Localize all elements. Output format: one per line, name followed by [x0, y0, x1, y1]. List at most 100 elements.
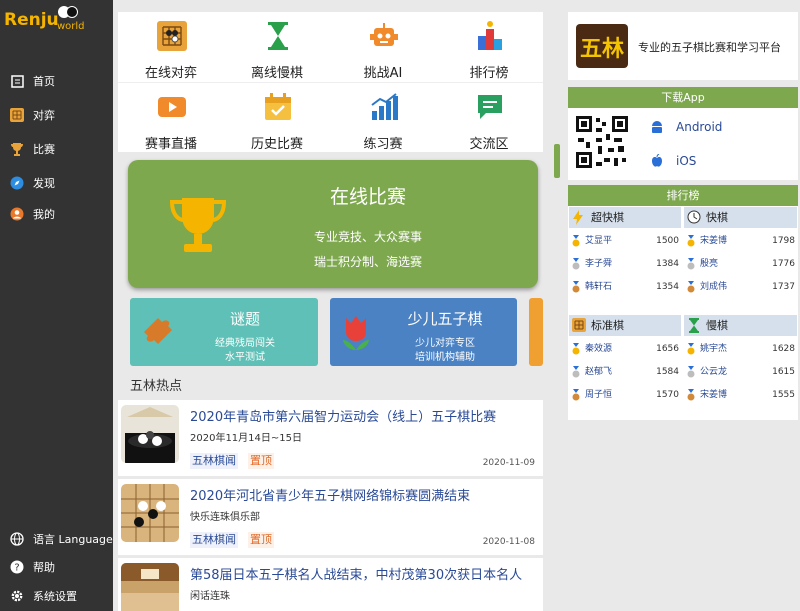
chat-icon — [478, 95, 502, 119]
kids-card-line2: 培训机构辅助 — [415, 352, 475, 363]
player-score: 1776 — [772, 259, 795, 269]
news-title: 2020年河北省青少年五子棋网络锦标赛圆满结束 — [190, 489, 471, 504]
news-item[interactable]: 2020年河北省青少年五子棋网络锦标赛圆满结束 快乐连珠俱乐部 五林棋闻 置顶 … — [118, 479, 543, 555]
grid-item-offline-slow[interactable]: 离线慢棋 — [224, 12, 330, 82]
grid-item-label: 离线慢棋 — [250, 66, 303, 81]
tulip-icon — [343, 316, 369, 350]
hourglass-icon — [689, 318, 699, 333]
grid-item-community[interactable]: 交流区 — [436, 83, 542, 153]
gold-medal-icon — [572, 235, 580, 247]
news-item[interactable]: 2020年青岛市第六届智力运动会（线上）五子棋比赛 2020年11月14日~15… — [118, 400, 543, 476]
grid-item-label: 在线对弈 — [144, 66, 197, 81]
news-date: 2020-11-09 — [482, 458, 535, 468]
lightning-icon — [573, 210, 583, 225]
grid-item-label: 交流区 — [469, 137, 509, 152]
sidebar-item-help[interactable]: ? 帮助 — [0, 554, 113, 580]
svg-text:?: ? — [14, 563, 19, 574]
news-thumbnail — [121, 484, 179, 542]
player-score: 1737 — [772, 282, 795, 292]
news-category-tag[interactable]: 五林棋闻 — [190, 532, 238, 548]
grid-item-practice[interactable]: 练习赛 — [330, 83, 436, 153]
rank-group-title: 快棋 — [706, 211, 728, 224]
sidebar: Renju world 首页 对弈 比赛 发现 我的 语言 Language ?… — [0, 0, 113, 611]
player-score: 1798 — [772, 236, 795, 246]
sidebar-item-match[interactable]: 比赛 — [0, 136, 113, 162]
player-name: 姚宇杰 — [700, 344, 728, 354]
gold-medal-icon — [572, 343, 580, 355]
app-logo[interactable]: Renju world — [3, 6, 98, 34]
qr-code-icon — [574, 114, 630, 170]
grid-item-label: 练习赛 — [363, 137, 403, 152]
kids-gomoku-card[interactable]: 少儿五子棋 少儿对弈专区 培训机构辅助 — [330, 298, 517, 366]
rank-group-header[interactable]: 快棋 — [684, 207, 797, 228]
puzzle-card[interactable]: 谜题 经典残局闯关 水平测试 — [130, 298, 318, 366]
download-box: Android iOS — [568, 108, 798, 180]
grid-item-challenge-ai[interactable]: 挑战AI — [330, 12, 436, 82]
logo-text: Renju — [4, 10, 59, 30]
grid-item-leaderboard[interactable]: 排行榜 — [436, 12, 542, 82]
kids-card-line1: 少儿对弈专区 — [415, 338, 475, 349]
sidebar-item-play[interactable]: 对弈 — [0, 102, 113, 128]
sidebar-item-label: 比赛 — [33, 143, 55, 156]
next-card-partial[interactable] — [529, 298, 543, 366]
rank-row[interactable]: 赵郁飞 1584 — [569, 361, 681, 383]
rank-row[interactable]: 秦效源 1656 — [569, 338, 681, 360]
help-icon: ? — [10, 560, 24, 574]
rank-row[interactable]: 周子恒 1570 — [569, 384, 681, 406]
platform-slogan: 专业的五子棋比赛和学习平台 — [638, 41, 781, 54]
player-score: 1584 — [656, 367, 679, 377]
ios-download-link[interactable]: iOS — [676, 154, 696, 168]
leaderboard-box: 超快棋 快棋 艾显平 1500 李子舜 1384 韩轩石 1354 宋姜博 1798 殷… — [568, 206, 798, 420]
rank-group-header[interactable]: 慢棋 — [684, 315, 797, 336]
news-desc: 闲话连珠 — [190, 591, 230, 602]
rank-row[interactable]: 宋姜博 1798 — [684, 230, 797, 252]
sidebar-item-discover[interactable]: 发现 — [0, 170, 113, 196]
android-download-link[interactable]: Android — [676, 120, 722, 134]
sidebar-item-home[interactable]: 首页 — [0, 68, 113, 94]
download-header: 下载App — [568, 87, 798, 109]
online-match-banner[interactable]: 在线比赛 专业竞技、大众赛事 瑞士积分制、海选赛 — [128, 160, 538, 288]
sidebar-item-label: 帮助 — [33, 561, 55, 574]
sidebar-item-me[interactable]: 我的 — [0, 201, 113, 227]
news-category-tag[interactable]: 五林棋闻 — [190, 453, 238, 469]
news-item[interactable]: 第58届日本五子棋名人战结束，中村茂第30次获日本名人 闲话连珠 — [118, 558, 543, 611]
player-name: 宋姜博 — [700, 390, 728, 400]
rank-group-header[interactable]: 超快棋 — [569, 207, 681, 228]
rank-row[interactable]: 韩轩石 1354 — [569, 276, 681, 298]
banner-line1: 专业竞技、大众赛事 — [313, 230, 422, 244]
rank-row[interactable]: 李子舜 1384 — [569, 253, 681, 275]
rank-row[interactable]: 殷亮 1776 — [684, 253, 797, 275]
grid-item-online-play[interactable]: 在线对弈 — [118, 12, 224, 82]
puzzle-card-line1: 经典残局闯关 — [215, 338, 275, 349]
rank-row[interactable]: 艾显平 1500 — [569, 230, 681, 252]
grid-item-history[interactable]: 历史比赛 — [224, 83, 330, 153]
rank-row[interactable]: 公云龙 1615 — [684, 361, 797, 383]
main-scrollbar[interactable] — [553, 12, 561, 442]
logo-sub: world — [57, 21, 85, 32]
grid-item-label: 历史比赛 — [250, 137, 303, 152]
gold-medal-icon — [687, 235, 695, 247]
rank-group-header[interactable]: 标准棋 — [569, 315, 681, 336]
scrollbar-thumb[interactable] — [554, 144, 560, 178]
sidebar-item-settings[interactable]: 系统设置 — [0, 583, 113, 609]
grid-item-label: 挑战AI — [363, 66, 403, 81]
rank-row[interactable]: 刘成伟 1737 — [684, 276, 797, 298]
news-thumbnail — [121, 563, 179, 611]
rank-row[interactable]: 姚宇杰 1628 — [684, 338, 797, 360]
wulin-logo-text: 五林 — [580, 37, 625, 62]
silver-medal-icon — [687, 366, 695, 378]
player-name: 秦效源 — [585, 344, 613, 354]
gear-icon — [10, 589, 24, 603]
rank-row[interactable]: 宋姜博 1555 — [684, 384, 797, 406]
bronze-medal-icon — [687, 389, 695, 401]
sidebar-item-language[interactable]: 语言 Language — [0, 526, 113, 552]
grid-item-live[interactable]: 赛事直播 — [118, 83, 224, 153]
player-name: 李子舜 — [585, 259, 613, 269]
rank-group-title: 慢棋 — [706, 319, 728, 332]
hourglass-icon — [268, 22, 288, 50]
news-desc: 快乐连珠俱乐部 — [190, 512, 260, 523]
grid-item-label: 排行榜 — [469, 66, 509, 81]
banner-line2: 瑞士积分制、海选赛 — [313, 255, 422, 269]
puzzle-icon — [144, 318, 172, 344]
black-stone-icon — [66, 6, 78, 18]
